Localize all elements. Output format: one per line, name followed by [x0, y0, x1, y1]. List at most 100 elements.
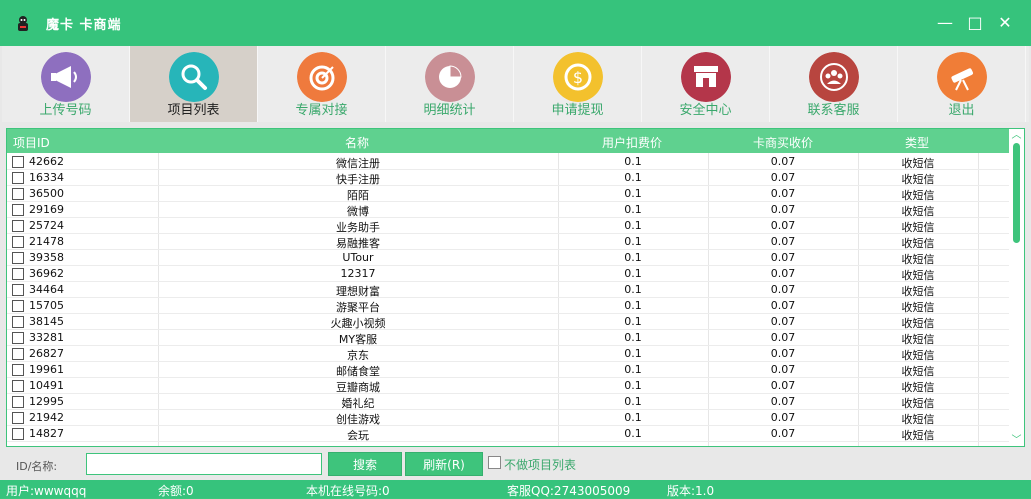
row-checkbox[interactable]	[12, 380, 24, 392]
cell-type: 收短信	[901, 205, 935, 218]
row-checkbox[interactable]	[12, 300, 24, 312]
cell-user-price: 0.1	[624, 219, 642, 232]
cell-project-id: 16334	[29, 171, 64, 184]
row-checkbox[interactable]	[12, 332, 24, 344]
row-checkbox[interactable]	[12, 268, 24, 280]
row-checkbox[interactable]	[12, 188, 24, 200]
toolbar-detail-stats[interactable]: 明细统计	[386, 46, 514, 122]
toolbar-withdraw[interactable]: $ 申请提现	[514, 46, 642, 122]
table-row[interactable]: 39358 UTour 0.1 0.07 收短信	[7, 250, 1010, 266]
toolbar-label: 联系客服	[807, 103, 860, 118]
toolbar-security-center[interactable]: 安全中心	[642, 46, 770, 122]
row-checkbox[interactable]	[12, 364, 24, 376]
table-row[interactable]: 16334 快手注册 0.1 0.07 收短信	[7, 170, 1010, 186]
table-row[interactable]: 34464 理想财富 0.1 0.07 收短信	[7, 282, 1010, 298]
row-checkbox[interactable]	[12, 204, 24, 216]
scroll-up-icon[interactable]: ︿	[1011, 131, 1022, 141]
cell-user-price: 0.1	[624, 299, 642, 312]
table-row[interactable]: 21478 易融推客 0.1 0.07 收短信	[7, 234, 1010, 250]
cell-user-price: 0.1	[624, 331, 642, 344]
cell-card-price: 0.07	[770, 171, 796, 184]
cell-name: 12317	[340, 267, 376, 280]
status-support-qq: 客服QQ:2743005009	[507, 484, 631, 498]
column-header-user-price[interactable]: 用户扣费价	[602, 134, 662, 151]
toolbar-exit[interactable]: 退出	[898, 46, 1026, 122]
table-row[interactable]: 15705 游聚平台 0.1 0.07 收短信	[7, 298, 1010, 314]
row-checkbox[interactable]	[12, 220, 24, 232]
cell-type: 收短信	[901, 221, 935, 234]
cell-name: 京东	[347, 349, 369, 362]
row-checkbox[interactable]	[12, 236, 24, 248]
pie-chart-icon	[425, 52, 475, 102]
table-row[interactable]: 21942 创佳游戏 0.1 0.07 收短信	[7, 410, 1010, 426]
search-input[interactable]	[86, 453, 322, 475]
toolbar-exclusive-connect[interactable]: 专属对接	[258, 46, 386, 122]
toolbar-upload-numbers[interactable]: 上传号码	[2, 46, 130, 122]
row-checkbox[interactable]	[12, 428, 24, 440]
row-checkbox[interactable]	[12, 396, 24, 408]
row-checkbox[interactable]	[12, 412, 24, 424]
column-header-id[interactable]: 项目ID	[13, 134, 50, 151]
table-row[interactable]: 10491 豆瓣商城 0.1 0.07 收短信	[7, 378, 1010, 394]
cell-type: 收短信	[901, 317, 935, 330]
row-checkbox[interactable]	[12, 316, 24, 328]
cell-project-id: 26827	[29, 347, 64, 360]
search-button[interactable]: 搜索	[328, 452, 402, 476]
table-row[interactable]: 36962 12317 0.1 0.07 收短信	[7, 266, 1010, 282]
table-body: 42662 微信注册 0.1 0.07 收短信 16334 快手注册 0.1 0.07 收短信 36…	[7, 154, 1010, 442]
cell-type: 收短信	[901, 365, 935, 378]
cell-name: 微博	[347, 205, 369, 218]
table-row[interactable]: 26827 京东 0.1 0.07 收短信	[7, 346, 1010, 362]
refresh-button[interactable]: 刷新(R)	[405, 452, 483, 476]
cell-project-id: 34464	[29, 283, 64, 296]
svg-text:$: $	[573, 68, 583, 87]
people-icon	[809, 52, 859, 102]
hide-project-list-checkbox[interactable]	[488, 456, 501, 469]
toolbar-contact-support[interactable]: 联系客服	[770, 46, 898, 122]
table-row[interactable]: 42662 微信注册 0.1 0.07 收短信	[7, 154, 1010, 170]
cell-type: 收短信	[901, 189, 935, 202]
cell-name: 易融推客	[336, 237, 380, 250]
toolbar-project-list[interactable]: 项目列表	[130, 46, 258, 122]
status-bar: 用户:wwwqqq 余额:0 本机在线号码:0 客服QQ:2743005009 …	[0, 480, 1031, 498]
table-row[interactable]: 38145 火趣小视频 0.1 0.07 收短信	[7, 314, 1010, 330]
column-header-type[interactable]: 类型	[905, 134, 929, 151]
table-row[interactable]: 25724 业务助手 0.1 0.07 收短信	[7, 218, 1010, 234]
maximize-button[interactable]: □	[964, 12, 986, 34]
cell-user-price: 0.1	[624, 411, 642, 424]
minimize-button[interactable]: —	[934, 12, 956, 34]
table-row[interactable]: 12995 婚礼纪 0.1 0.07 收短信	[7, 394, 1010, 410]
scroll-down-icon[interactable]: ﹀	[1011, 436, 1022, 446]
table-row[interactable]: 14827 会玩 0.1 0.07 收短信	[7, 426, 1010, 442]
table-row[interactable]: 36500 陌陌 0.1 0.07 收短信	[7, 186, 1010, 202]
cell-project-id: 38145	[29, 315, 64, 328]
toolbar-label: 申请提现	[551, 103, 604, 118]
cell-name: MY客服	[338, 333, 378, 346]
cell-type: 收短信	[901, 429, 935, 442]
cell-user-price: 0.1	[624, 251, 642, 264]
column-header-card-price[interactable]: 卡商买收价	[753, 134, 813, 151]
scroll-thumb[interactable]	[1013, 143, 1020, 243]
row-checkbox[interactable]	[12, 156, 24, 168]
main-toolbar: 上传号码 项目列表 专属对接 明细统计 $ 申请提现 安全中心 联系客服 退出	[2, 46, 1029, 122]
row-checkbox[interactable]	[12, 172, 24, 184]
close-button[interactable]: ✕	[994, 12, 1016, 34]
table-row[interactable]: 19961 邮储食堂 0.1 0.07 收短信	[7, 362, 1010, 378]
row-checkbox[interactable]	[12, 284, 24, 296]
status-online-numbers: 本机在线号码:0	[306, 484, 390, 498]
table-row[interactable]: 33281 MY客服 0.1 0.07 收短信	[7, 330, 1010, 346]
vertical-scrollbar[interactable]: ︿ ﹀	[1009, 129, 1024, 446]
target-icon	[297, 52, 347, 102]
app-logo-icon	[18, 16, 28, 31]
column-header-name[interactable]: 名称	[345, 134, 369, 151]
row-checkbox[interactable]	[12, 252, 24, 264]
title-bar[interactable]: 魔卡 卡商端 — □ ✕	[0, 0, 1031, 46]
storefront-icon	[681, 52, 731, 102]
status-user: 用户:wwwqqq	[6, 484, 87, 498]
row-checkbox[interactable]	[12, 348, 24, 360]
cell-type: 收短信	[901, 237, 935, 250]
hide-project-list-label[interactable]: 不做项目列表	[504, 456, 576, 473]
cell-user-price: 0.1	[624, 427, 642, 440]
table-row[interactable]: 29169 微博 0.1 0.07 收短信	[7, 202, 1010, 218]
cell-user-price: 0.1	[624, 235, 642, 248]
